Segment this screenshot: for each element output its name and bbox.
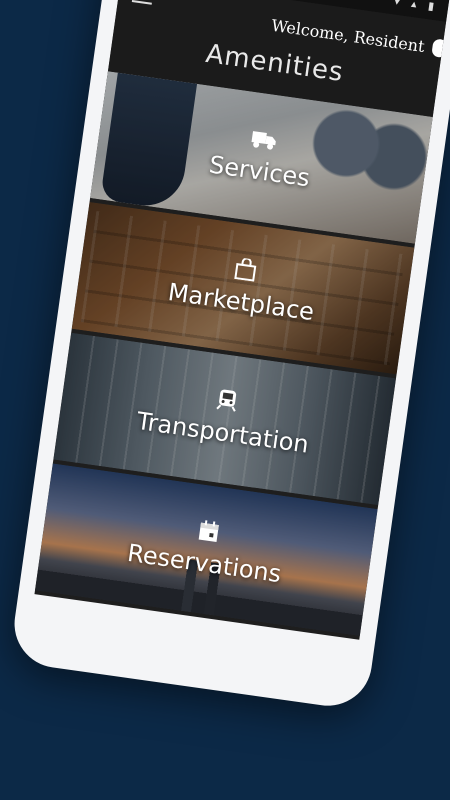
user-avatar[interactable] [431,38,448,59]
app-screen: ▾ ▴ ▮ Welcome, Resident Amenities Servic… [34,0,450,640]
calendar-icon [198,520,219,542]
shopping-bag-icon [234,257,257,282]
phone-frame: ▾ ▴ ▮ Welcome, Resident Amenities Servic… [8,0,450,712]
truck-icon [251,131,276,150]
amenity-tiles: Services Marketplace Transportation Rese… [34,71,433,640]
status-icons: ▾ ▴ ▮ [393,0,439,14]
menu-icon[interactable] [131,0,154,5]
train-icon [216,389,237,412]
